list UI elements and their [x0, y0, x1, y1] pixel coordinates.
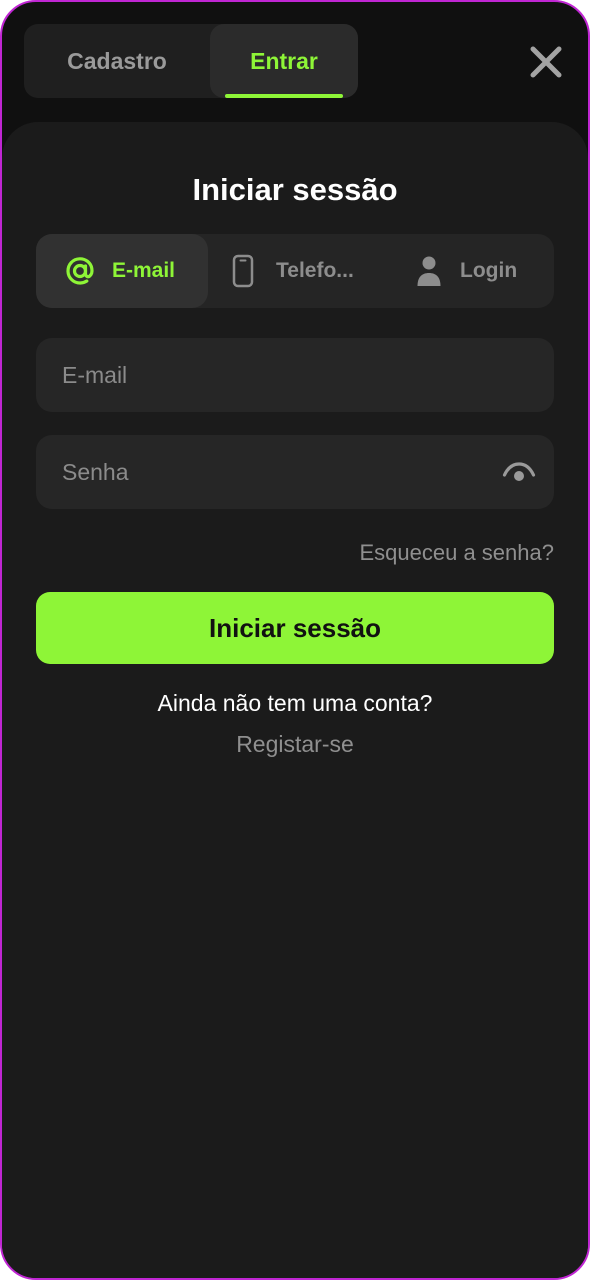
- method-tab-login[interactable]: Login: [416, 234, 554, 308]
- email-input[interactable]: [36, 338, 476, 412]
- login-sheet: Iniciar sessão E-mail Telefo... Login E-…: [2, 122, 588, 1278]
- login-submit-button[interactable]: Iniciar sessão: [36, 592, 554, 664]
- tab-entrar-label: Entrar: [250, 47, 318, 74]
- password-field-container: [36, 435, 554, 509]
- register-link[interactable]: Registar-se: [2, 731, 588, 758]
- login-method-tabs: E-mail Telefo... Login: [36, 234, 554, 308]
- tab-cadastro[interactable]: Cadastro: [24, 24, 210, 98]
- close-button[interactable]: [528, 44, 564, 80]
- login-submit-label: Iniciar sessão: [209, 612, 381, 643]
- method-tab-email-label: E-mail: [112, 259, 176, 282]
- email-field-container: [36, 338, 554, 412]
- method-tab-phone[interactable]: Telefo...: [224, 234, 384, 308]
- method-tab-login-label: Login: [460, 259, 518, 282]
- auth-mode-tabs: Cadastro Entrar: [24, 24, 358, 98]
- toggle-password-visibility[interactable]: [502, 459, 536, 485]
- method-tab-phone-label: Telefo...: [276, 259, 354, 282]
- close-icon: [530, 46, 562, 78]
- smartphone-icon: [232, 254, 254, 288]
- tab-cadastro-label: Cadastro: [67, 47, 167, 74]
- app-frame: Cadastro Entrar Iniciar sessão E-mail Te…: [0, 0, 590, 1280]
- tab-entrar[interactable]: Entrar: [210, 24, 358, 98]
- page-title: Iniciar sessão: [192, 172, 398, 207]
- method-tab-email[interactable]: E-mail: [36, 234, 208, 308]
- active-tab-indicator: [225, 94, 343, 98]
- no-account-text: Ainda não tem uma conta?: [157, 690, 433, 716]
- user-icon: [416, 255, 442, 287]
- forgot-password-link[interactable]: Esqueceu a senha?: [360, 540, 555, 566]
- eye-icon: [502, 462, 536, 481]
- at-sign-icon: [64, 255, 96, 287]
- password-input[interactable]: [36, 435, 476, 509]
